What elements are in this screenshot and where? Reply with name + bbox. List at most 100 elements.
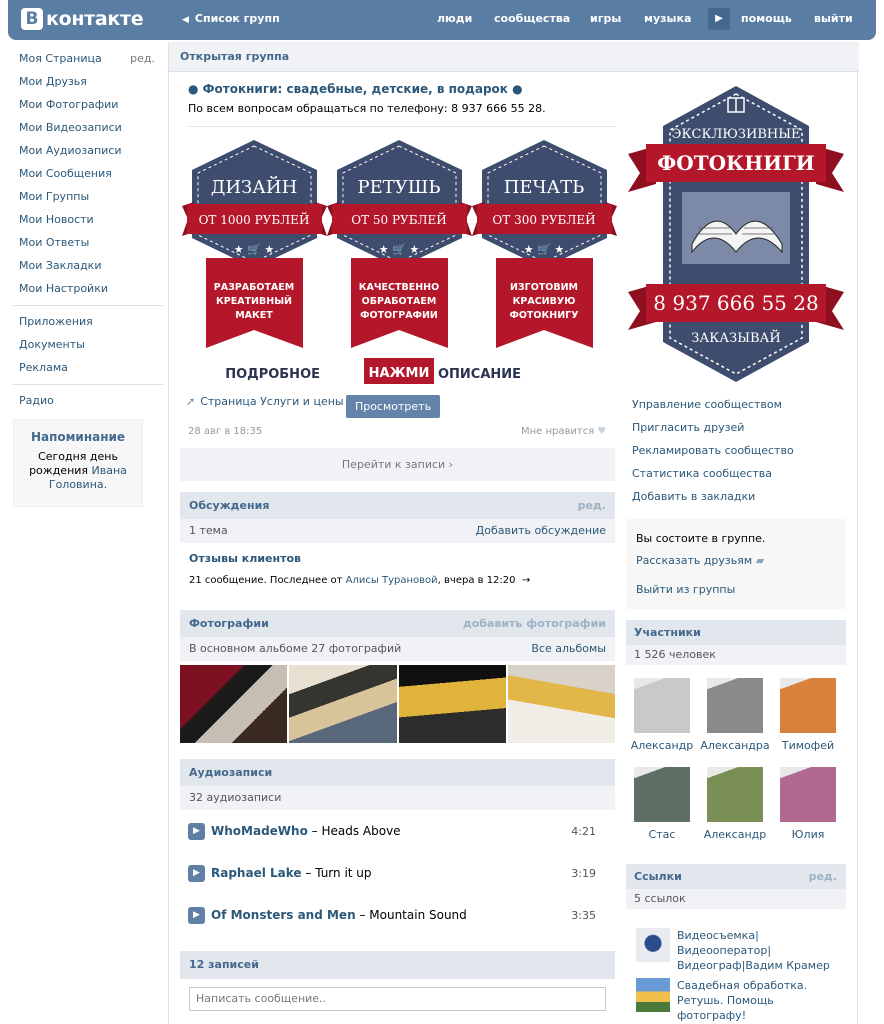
menu-apps[interactable]: Приложения bbox=[13, 312, 163, 335]
links-edit-link[interactable]: ред. bbox=[809, 864, 837, 890]
member-card[interactable]: Юлия bbox=[773, 767, 843, 841]
photos-header[interactable]: Фотографии добавить фотографии bbox=[180, 610, 615, 638]
menu-ads[interactable]: Реклама bbox=[13, 358, 163, 381]
member-card[interactable]: Стас bbox=[627, 767, 697, 841]
advertise-community-link[interactable]: Рекламировать сообщество bbox=[632, 444, 794, 457]
cta-right-text: ОПИСАНИЕ bbox=[438, 367, 521, 382]
discussions-edit-link[interactable]: ред. bbox=[578, 492, 606, 520]
go-to-post-button[interactable]: Перейти к записи › bbox=[180, 448, 615, 481]
cta-left-text: ПОДРОБНОЕ bbox=[225, 367, 320, 382]
play-icon[interactable]: ▶ bbox=[188, 823, 205, 840]
reminder-person-link[interactable]: Ивана bbox=[92, 464, 127, 477]
photo-thumb[interactable] bbox=[180, 665, 288, 743]
card-price: ОТ 1000 РУБЛЕЙ bbox=[199, 211, 310, 227]
members-header[interactable]: Участники bbox=[626, 620, 846, 646]
community-stats-link[interactable]: Статистика сообщества bbox=[632, 467, 772, 480]
card-line-3: МАКЕТ bbox=[235, 310, 273, 321]
menu-documents[interactable]: Документы bbox=[13, 335, 163, 358]
member-card[interactable]: Тимофей bbox=[773, 678, 843, 752]
links-header[interactable]: Ссылки ред. bbox=[626, 864, 846, 890]
menu-my-messages[interactable]: Мои Сообщения bbox=[13, 164, 163, 187]
menu-my-answers[interactable]: Мои Ответы bbox=[13, 233, 163, 256]
member-card[interactable]: Александр bbox=[700, 767, 770, 841]
attachment-link[interactable]: ➚ Страница Услуги и цены bbox=[186, 395, 344, 408]
menu-edit-link[interactable]: ред. bbox=[130, 49, 155, 69]
music-play-button[interactable]: ▶ bbox=[708, 8, 730, 30]
card-title: ДИЗАЙН bbox=[211, 175, 298, 198]
book-icon bbox=[682, 192, 790, 264]
avatar[interactable] bbox=[780, 678, 836, 733]
menu-my-groups[interactable]: Мои Группы bbox=[13, 187, 163, 210]
track-artist[interactable]: Raphael Lake bbox=[211, 866, 302, 880]
manage-community-link[interactable]: Управление сообществом bbox=[632, 398, 782, 411]
member-card[interactable]: Александра bbox=[700, 678, 770, 752]
menu-my-bookmarks[interactable]: Мои Закладки bbox=[13, 256, 163, 279]
nav-people[interactable]: люди bbox=[437, 12, 472, 25]
back-to-groups-link[interactable]: ◀ Список групп bbox=[182, 12, 280, 25]
avatar[interactable] bbox=[707, 678, 763, 733]
member-card[interactable]: Александр bbox=[627, 678, 697, 752]
track-title: Turn it up bbox=[315, 866, 372, 880]
discussions-subheader: 1 тема Добавить обсуждение bbox=[180, 519, 615, 543]
menu-radio[interactable]: Радио bbox=[13, 391, 163, 414]
nav-help[interactable]: помощь bbox=[741, 12, 792, 25]
photos-subheader: В основном альбоме 27 фотографий Все аль… bbox=[180, 637, 615, 661]
track-artist[interactable]: WhoMadeWho bbox=[211, 824, 308, 838]
add-bookmark-link[interactable]: Добавить в закладки bbox=[632, 490, 755, 503]
add-photos-link[interactable]: добавить фотографии bbox=[463, 610, 606, 638]
wall-post-input[interactable]: Написать сообщение.. bbox=[189, 987, 606, 1011]
card-title: ПЕЧАТЬ bbox=[504, 177, 585, 198]
audio-track[interactable]: ▶ Raphael Lake – Turn it up 3:19 bbox=[188, 864, 608, 884]
audio-subheader: 32 аудиозаписи bbox=[180, 786, 615, 810]
photo-edit-icon bbox=[636, 978, 670, 1012]
vk-logo[interactable]: B контакте bbox=[21, 8, 144, 30]
audio-track[interactable]: ▶ WhoMadeWho – Heads Above 4:21 bbox=[188, 822, 608, 842]
photo-thumb[interactable] bbox=[398, 665, 506, 743]
menu-my-settings[interactable]: Мои Настройки bbox=[13, 279, 163, 302]
audio-track[interactable]: ▶ Of Monsters and Men – Mountain Sound 3… bbox=[188, 906, 608, 926]
nav-games[interactable]: игры bbox=[590, 12, 621, 25]
service-card[interactable]: ДИЗАЙН ОТ 1000 РУБЛЕЙ ★ 🛒 ★ РАЗРАБОТАЕМ КРЕА… bbox=[182, 140, 327, 348]
avatar[interactable] bbox=[780, 767, 836, 822]
menu-my-news[interactable]: Мои Новости bbox=[13, 210, 163, 233]
menu-my-videos[interactable]: Мои Видеозаписи bbox=[13, 118, 163, 141]
photo-thumb[interactable] bbox=[507, 665, 615, 743]
discussions-header[interactable]: Обсуждения ред. bbox=[180, 492, 615, 520]
menu-my-friends[interactable]: Мои Друзья bbox=[13, 72, 163, 95]
group-phone-line: По всем вопросам обращаться по телефону:… bbox=[188, 102, 546, 115]
tell-friends-link[interactable]: Рассказать друзьям ▰ bbox=[636, 554, 846, 567]
avatar[interactable] bbox=[634, 678, 690, 733]
nav-logout[interactable]: выйти bbox=[814, 12, 853, 25]
menu-divider bbox=[13, 384, 163, 385]
photo-thumb[interactable] bbox=[289, 665, 397, 743]
track-artist[interactable]: Of Monsters and Men bbox=[211, 908, 356, 922]
play-icon[interactable]: ▶ bbox=[188, 865, 205, 882]
reminder-person-lastname[interactable]: Головина. bbox=[49, 478, 107, 491]
play-icon[interactable]: ▶ bbox=[188, 907, 205, 924]
top-header: B контакте ◀ Список групп люди сообщества… bbox=[8, 0, 876, 40]
view-button[interactable]: Просмотреть bbox=[346, 395, 440, 418]
poster-phone-text: 8 937 666 55 28 bbox=[653, 291, 818, 315]
leave-group-link[interactable]: Выйти из группы bbox=[636, 583, 846, 596]
services-banner[interactable]: ДИЗАЙН ОТ 1000 РУБЛЕЙ ★ 🛒 ★ РАЗРАБОТАЕМ КРЕА… bbox=[182, 138, 617, 388]
post-date[interactable]: 28 авг в 18:35 bbox=[188, 426, 262, 437]
avatar[interactable] bbox=[634, 767, 690, 822]
service-card[interactable]: ПЕЧАТЬ ОТ 300 РУБЛЕЙ ★ 🛒 ★ ИЗГОТОВИМ КРАСИВУ… bbox=[472, 140, 617, 348]
like-button[interactable]: Мне нравится ♥ bbox=[521, 426, 606, 437]
nav-music[interactable]: музыка bbox=[644, 12, 691, 25]
invite-friends-link[interactable]: Пригласить друзей bbox=[632, 421, 744, 434]
service-card[interactable]: РЕТУШЬ ОТ 50 РУБЛЕЙ ★ 🛒 ★ КАЧЕСТВЕННО ОБРАБО… bbox=[327, 140, 472, 348]
audio-header[interactable]: Аудиозаписи bbox=[180, 759, 615, 787]
menu-my-photos[interactable]: Мои Фотографии bbox=[13, 95, 163, 118]
menu-my-page[interactable]: Моя Страница ред. bbox=[13, 49, 163, 72]
nav-communities[interactable]: сообщества bbox=[494, 12, 570, 25]
menu-divider bbox=[13, 305, 163, 306]
card-line-3: ФОТОКНИГУ bbox=[509, 310, 579, 321]
all-albums-link[interactable]: Все альбомы bbox=[531, 637, 606, 661]
topic-last-author[interactable]: Алисы Турановой bbox=[346, 575, 438, 586]
add-discussion-link[interactable]: Добавить обсуждение bbox=[476, 519, 606, 543]
chevron-left-icon: ◀ bbox=[182, 15, 189, 25]
menu-my-audio[interactable]: Мои Аудиозаписи bbox=[13, 141, 163, 164]
avatar[interactable] bbox=[707, 767, 763, 822]
topic-link[interactable]: Отзывы клиентов bbox=[189, 552, 301, 565]
